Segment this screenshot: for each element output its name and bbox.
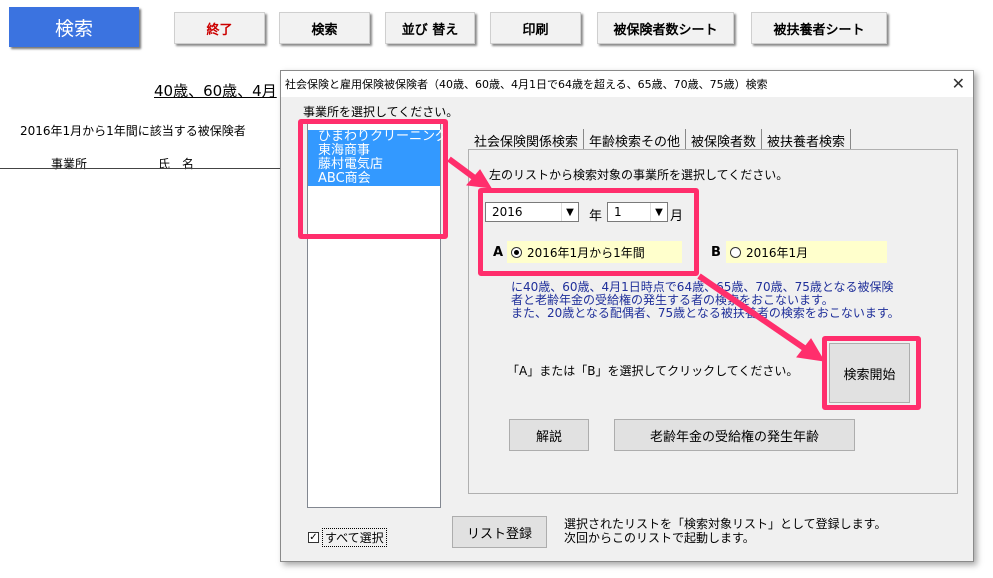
- search-title-button[interactable]: 検索: [9, 7, 139, 47]
- search-start-highlight: [822, 336, 921, 410]
- column-office: 事業所: [51, 157, 88, 171]
- sheet-divider: [0, 168, 285, 169]
- insured-count-sheet-button[interactable]: 被保険者数シート: [597, 12, 734, 44]
- sheet-heading: 40歳、60歳、4月: [154, 82, 277, 100]
- dependents-sheet-button[interactable]: 被扶養者シート: [751, 12, 887, 44]
- search-button[interactable]: 検索: [279, 12, 370, 44]
- register-list-button[interactable]: リスト登録: [452, 516, 547, 548]
- check-icon[interactable]: ✓: [308, 532, 319, 543]
- sheet-info-line: 2016年1月から1年間に該当する被保険者: [20, 124, 246, 138]
- arrow-to-date-options: [447, 156, 478, 182]
- column-name: 氏 名: [158, 157, 195, 171]
- annotation-arrows: [447, 156, 825, 362]
- exit-button[interactable]: 終了: [174, 12, 265, 44]
- register-note-line: 選択されたリストを「検索対象リスト」として登録します。: [564, 517, 887, 531]
- select-ab-prompt: 「A」または「B」を選択してクリックしてください。: [507, 364, 799, 378]
- pension-age-button[interactable]: 老齢年金の受給権の発生年齢: [614, 419, 855, 451]
- select-all-checkbox[interactable]: ✓ すべて選択: [308, 528, 387, 547]
- arrow-to-search-start: [697, 273, 809, 353]
- register-note-line: 次回からこのリストで起動します。: [564, 531, 755, 545]
- explain-button[interactable]: 解説: [509, 419, 589, 451]
- search-dialog: 社会保険と雇用保険被保険者（40歳、60歳、4月1日で64歳を超える、65歳、7…: [280, 70, 974, 562]
- select-all-label: すべて選択: [322, 528, 387, 547]
- print-button[interactable]: 印刷: [490, 12, 581, 44]
- sort-button[interactable]: 並び 替え: [385, 12, 475, 44]
- register-note: 選択されたリストを「検索対象リスト」として登録します。 次回からこのリストで起動…: [564, 517, 886, 545]
